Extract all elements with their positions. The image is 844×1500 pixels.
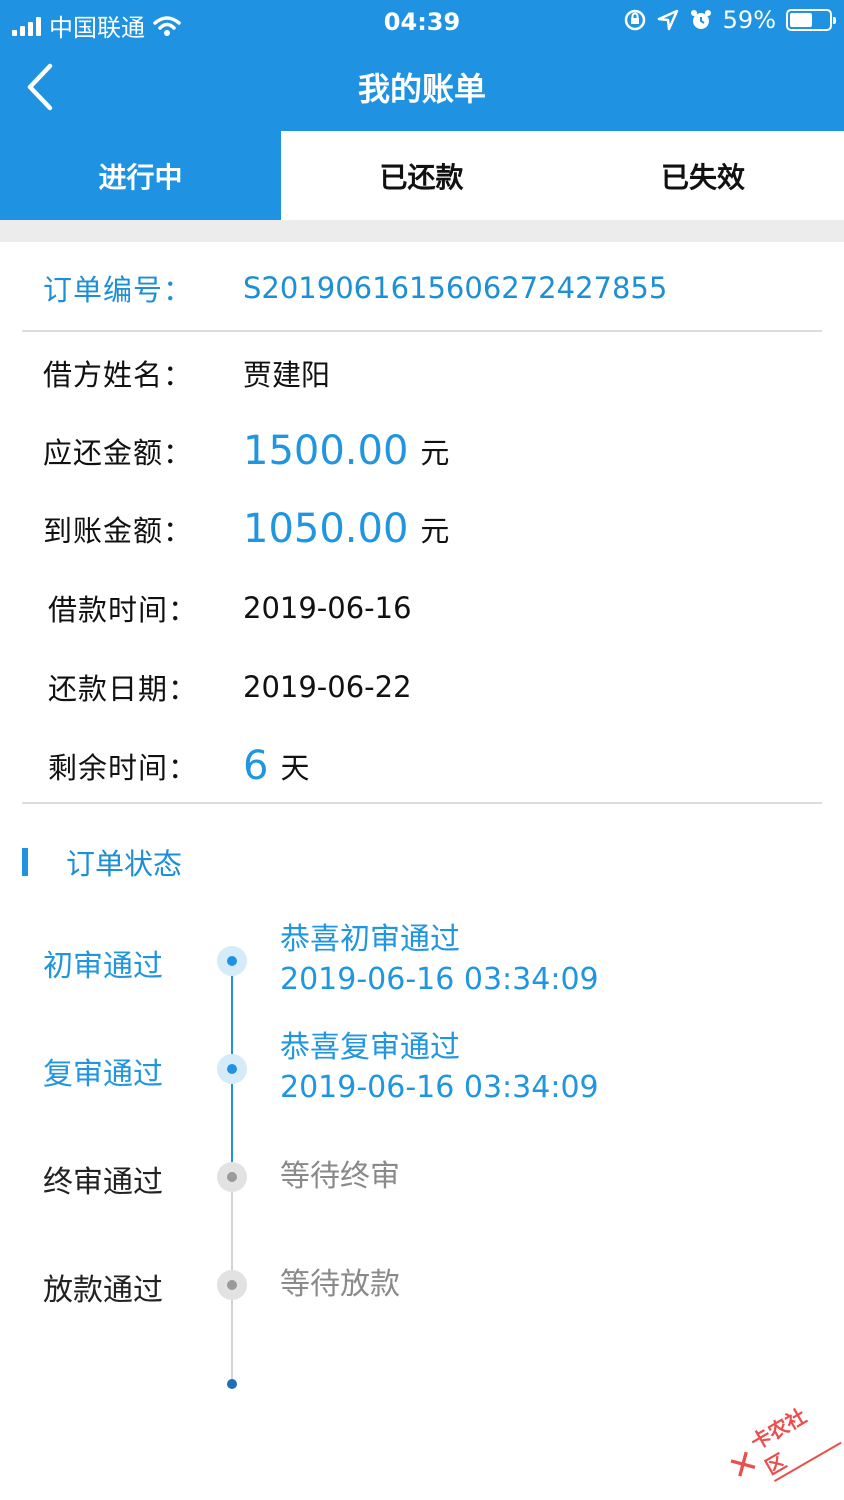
timeline-dot (217, 1162, 247, 1192)
timeline-dot (217, 946, 247, 976)
timeline-step-text: 恭喜复审通过 2019-06-16 03:34:09 (280, 1028, 599, 1108)
received-amount-row: 到账金额： 1050.00 元 (43, 504, 449, 554)
section-accent-bar (22, 848, 28, 876)
order-number-label: 订单编号： (43, 273, 194, 307)
received-amount-value: 1050.00 (243, 506, 409, 552)
received-amount-label: 到账金额： (43, 514, 194, 548)
section-separator (0, 220, 844, 242)
received-amount-unit: 元 (420, 514, 450, 548)
timeline-step-message: 恭喜复审通过 (280, 1030, 460, 1065)
timeline-dot (217, 1054, 247, 1084)
timeline-step-message: 恭喜初审通过 (280, 922, 460, 957)
app-header: 中国联通 04:39 59% 我的账单 (0, 0, 844, 131)
page-title: 我的账单 (357, 70, 486, 108)
timeline-step-text: 等待放款 (280, 1265, 400, 1305)
remaining-time-row: 剩余时间： 6 天 (48, 741, 309, 791)
timeline-step-label: 初审通过 (43, 949, 163, 984)
order-number-value: S2019061615606272427855 (243, 271, 668, 305)
due-amount-unit: 元 (420, 436, 450, 470)
location-icon (657, 9, 678, 31)
battery-icon (786, 9, 836, 31)
tab-expired[interactable]: 已失效 (562, 131, 844, 220)
remaining-time-value: 6 (243, 743, 269, 789)
timeline-step-timestamp: 2019-06-16 03:34:09 (280, 962, 599, 997)
status-right: 59% (623, 6, 836, 34)
loan-date-value: 2019-06-16 (243, 591, 412, 625)
repay-date-value: 2019-06-22 (243, 670, 412, 704)
timeline-step-message: 等待放款 (280, 1267, 400, 1302)
order-status-title: 订单状态 (66, 847, 183, 881)
divider (22, 802, 822, 804)
nav-bar: 我的账单 (0, 44, 844, 131)
remaining-time-label: 剩余时间： (48, 751, 199, 785)
repay-date-label: 还款日期： (48, 672, 199, 706)
repay-date-row: 还款日期： 2019-06-22 (48, 662, 412, 712)
tab-repaid[interactable]: 已还款 (281, 131, 562, 220)
timeline-step-message: 等待终审 (280, 1159, 400, 1194)
remaining-time-unit: 天 (280, 751, 310, 785)
timeline-step-text: 恭喜初审通过 2019-06-16 03:34:09 (280, 920, 599, 1000)
timeline-end-dot (227, 1379, 237, 1389)
battery-percent: 59% (722, 6, 776, 34)
due-amount-value: 1500.00 (243, 428, 409, 474)
loan-date-row: 借款时间： 2019-06-16 (48, 583, 412, 633)
tab-in-progress[interactable]: 进行中 (0, 131, 281, 220)
rotation-lock-icon (624, 9, 645, 31)
divider (22, 330, 822, 332)
timeline-step-label: 复审通过 (43, 1057, 163, 1092)
due-amount-row: 应还金额： 1500.00 元 (43, 426, 449, 476)
status-bar: 中国联通 04:39 59% (0, 0, 844, 44)
timeline-step-timestamp: 2019-06-16 03:34:09 (280, 1070, 599, 1105)
timeline-step-text: 等待终审 (280, 1157, 400, 1197)
loan-date-label: 借款时间： (48, 593, 199, 627)
battery-level (790, 13, 812, 27)
borrower-label: 借方姓名： (43, 358, 194, 392)
timeline-dot (217, 1270, 247, 1300)
borrower-row: 借方姓名： 贾建阳 (43, 348, 330, 398)
order-status-header: 订单状态 (22, 842, 182, 882)
tab-bar: 进行中 已还款 已失效 (0, 131, 844, 220)
order-number-row: 订单编号： S2019061615606272427855 (43, 268, 667, 308)
borrower-value: 贾建阳 (243, 358, 331, 392)
watermark-logo: ✕ 卡农社区 (714, 1387, 844, 1500)
due-amount-label: 应还金额： (43, 436, 194, 470)
timeline-step-label: 放款通过 (43, 1273, 163, 1308)
timeline-step-label: 终审通过 (43, 1165, 163, 1200)
alarm-icon (690, 10, 711, 29)
